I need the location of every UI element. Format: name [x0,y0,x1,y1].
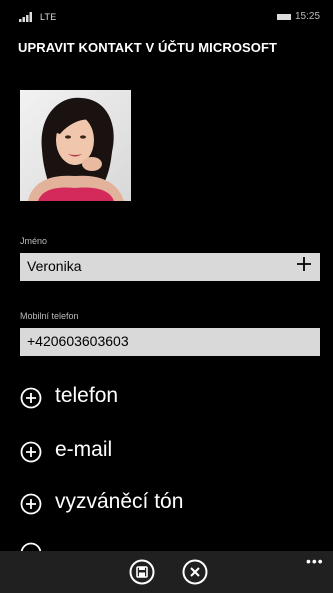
add-ringtone-row[interactable]: vyzváněcí tón [20,490,320,520]
page-title: UPRAVIT KONTAKT V ÚČTU MICROSOFT [18,40,278,55]
add-name-details-icon[interactable] [296,256,312,272]
add-email-row[interactable]: e-mail [20,438,320,468]
signal-icon [19,12,32,22]
add-ringtone-label: vyzváněcí tón [55,490,184,513]
contact-photo-image [20,90,131,201]
app-bar: ••• [0,551,333,593]
add-phone-label: telefon [55,384,119,407]
add-email-label: e-mail [55,438,113,461]
clock: 15:25 [295,11,321,22]
name-value: Veronika [27,258,82,274]
add-phone-row[interactable]: telefon [20,384,320,414]
network-type: LTE [40,12,57,22]
name-label: Jméno [20,236,48,246]
contact-photo[interactable] [20,90,131,201]
plus-circle-icon [20,493,42,515]
phone-value: +420603603603 [27,333,129,349]
cancel-icon[interactable] [182,559,208,585]
plus-circle-icon [20,441,42,463]
plus-circle-icon [20,387,42,409]
battery-icon [277,14,291,20]
more-options-button[interactable]: ••• [306,553,324,569]
phone-field[interactable]: +420603603603 [20,328,320,356]
name-field[interactable]: Veronika [20,253,320,281]
save-icon[interactable] [129,559,155,585]
status-bar: LTE 15:25 [0,0,333,30]
phone-label: Mobilní telefon [20,311,79,321]
